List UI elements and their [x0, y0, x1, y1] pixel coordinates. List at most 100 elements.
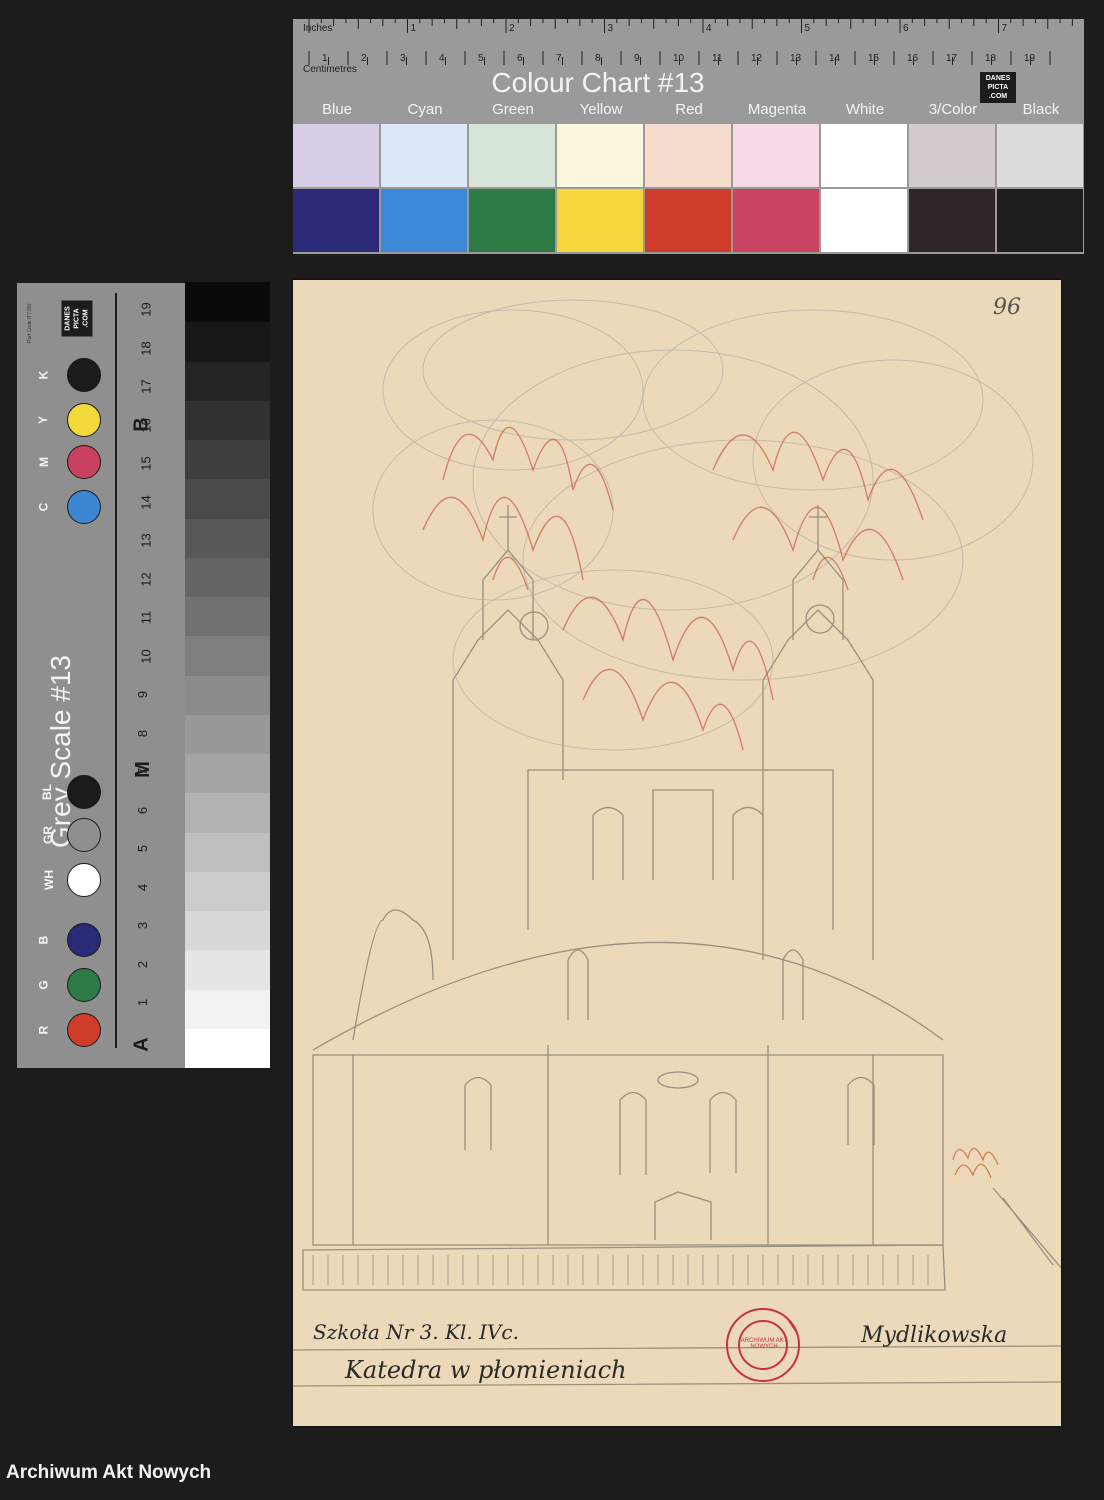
grey-step	[185, 517, 270, 558]
patch-light	[469, 124, 555, 187]
scale-letter: B	[130, 417, 153, 432]
inch-tick-label: 1	[411, 23, 417, 34]
cm-tick-label: 3	[400, 53, 406, 64]
part-code: Part Code IT7330	[27, 303, 33, 343]
dot-label: GR	[41, 826, 55, 844]
step-number: 6	[135, 806, 151, 814]
step-number: 3	[135, 921, 151, 930]
danes-picta-logo: DANES PICTA .COM	[61, 300, 93, 337]
cm-tick-label: 17	[946, 53, 958, 64]
cm-tick-label: 1	[322, 53, 328, 64]
scale-letter: A	[130, 1037, 153, 1052]
patch-label-3-color: 3/Color	[928, 101, 978, 118]
danes-picta-logo: DANES PICTA .COM	[980, 72, 1016, 103]
step-number: 8	[135, 729, 151, 737]
author-signature: Mydlikowska	[861, 1323, 1008, 1348]
archive-footer-label: Archiwum Akt Nowych	[6, 1462, 212, 1483]
cm-tick-label: 7	[556, 53, 562, 64]
scale-line	[115, 293, 117, 1048]
cm-tick-label: 13	[790, 53, 802, 64]
step-number: 10	[138, 648, 154, 664]
grey-scale-bar	[185, 282, 270, 1068]
cathedral-drawing	[293, 299, 1061, 1387]
grey-step	[185, 713, 270, 754]
cm-tick-label: 15	[868, 53, 880, 64]
step-number: 2	[135, 960, 151, 968]
patch-dark	[381, 189, 467, 252]
scale-letter: M	[131, 761, 154, 778]
dot-bl	[67, 775, 101, 809]
cm-tick-label: 14	[829, 53, 841, 64]
colour-chart: Inches Centimetres 123456781234567891011…	[293, 19, 1084, 254]
step-number: 18	[138, 340, 154, 356]
step-number: 19	[138, 302, 154, 317]
cm-tick-label: 9	[634, 53, 640, 64]
dot-b	[67, 923, 101, 957]
dot-r	[67, 1013, 101, 1047]
cm-tick-label: 12	[751, 53, 763, 64]
dot-gr	[67, 818, 101, 852]
grey-step	[185, 753, 270, 794]
dot-label: B	[36, 935, 51, 945]
grey-step	[185, 282, 270, 323]
patch-label-magenta: Magenta	[747, 101, 807, 118]
dot-g	[67, 968, 101, 1002]
chart-title: Colour Chart #13	[491, 67, 705, 98]
cm-tick-label: 8	[595, 53, 601, 64]
cm-tick-label: 16	[907, 53, 919, 64]
grey-step	[185, 556, 270, 597]
cm-tick-label: 5	[478, 53, 484, 64]
patch-label-cyan: Cyan	[407, 101, 443, 118]
patch-label-white: White	[845, 101, 885, 118]
step-number: 14	[138, 494, 154, 510]
step-number: 1	[135, 998, 151, 1007]
grey-step	[185, 792, 270, 833]
step-number: 13	[138, 533, 154, 548]
patch-dark	[557, 189, 643, 252]
patch-light	[909, 124, 995, 187]
step-number: 9	[135, 690, 151, 699]
patch-label-yellow: Yellow	[579, 101, 623, 118]
patch-light	[293, 124, 379, 187]
inch-tick-label: 6	[903, 23, 909, 34]
step-number: 5	[135, 844, 151, 853]
grey-step	[185, 910, 270, 951]
grey-step	[185, 399, 270, 440]
patch-label-black: Black	[1022, 101, 1060, 118]
dot-wh	[67, 863, 101, 897]
grey-step	[185, 870, 270, 911]
patch-light	[997, 124, 1083, 187]
archive-stamp: ARCHIWUM AKT NOWYCH	[740, 1338, 788, 1350]
cm-tick-label: 4	[439, 53, 445, 64]
dot-label: K	[36, 370, 51, 380]
cm-tick-label: 19	[1024, 53, 1036, 64]
patch-dark	[821, 189, 907, 252]
dot-label: M	[37, 457, 51, 467]
dot-y	[67, 403, 101, 437]
grey-step	[185, 635, 270, 676]
patch-light	[557, 124, 643, 187]
grey-step	[185, 360, 270, 401]
grey-step	[185, 321, 270, 362]
dot-k	[67, 358, 101, 392]
dot-c	[67, 490, 101, 524]
dot-label: BL	[40, 784, 54, 800]
patch-dark	[645, 189, 731, 252]
drawing-sheet: 96 ARCHIWUM AKT NOWYCH Szkoła Nr 3. Kl. …	[293, 280, 1061, 1426]
dot-label: G	[36, 980, 51, 990]
ruler-ticks: 1234567812345678910111213141516171819	[308, 19, 1073, 65]
patch-dark	[733, 189, 819, 252]
dot-m	[67, 445, 101, 479]
patch-light	[645, 124, 731, 187]
dot-label: Y	[36, 415, 51, 425]
grey-step	[185, 439, 270, 480]
step-number: 15	[138, 456, 154, 471]
patch-dark	[469, 189, 555, 252]
dot-label: C	[36, 502, 51, 512]
patch-label-green: Green	[492, 101, 534, 118]
patch-light	[733, 124, 819, 187]
grey-scale-card: Grey Scale #13 Part Code IT7330 DANES PI…	[17, 282, 270, 1068]
patch-label-blue: Blue	[321, 101, 353, 118]
cm-tick-label: 11	[712, 53, 723, 64]
grey-scale-title: Grey Scale #13	[45, 655, 76, 848]
